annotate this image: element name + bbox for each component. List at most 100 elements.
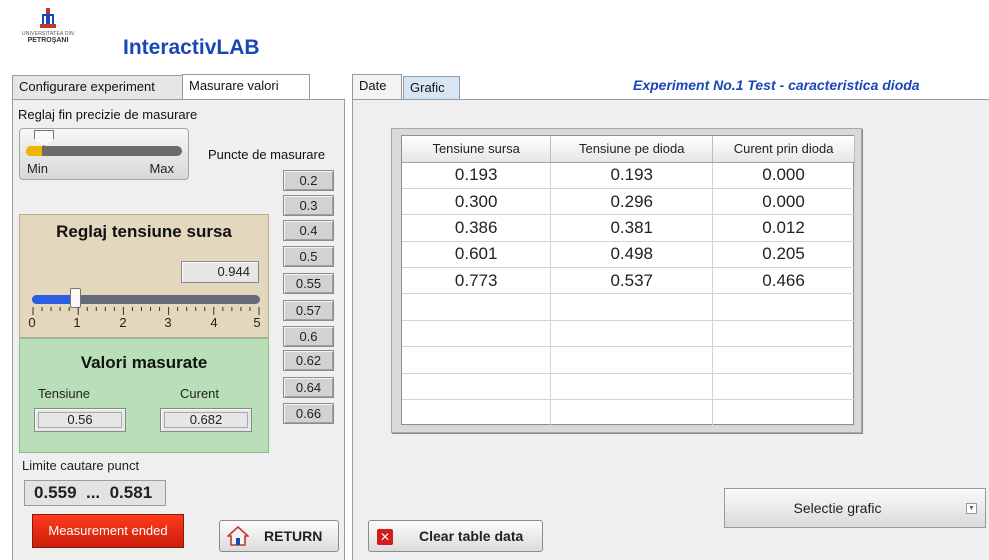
table-row[interactable]: 0.773 0.537 0.466 <box>402 267 855 295</box>
table-cell[interactable]: 0.381 <box>550 214 714 242</box>
tab-grafic[interactable]: Grafic <box>403 76 460 100</box>
table-row[interactable]: 0.601 0.498 0.205 <box>402 241 855 269</box>
table-cell[interactable] <box>550 373 714 401</box>
table-row[interactable] <box>402 320 855 348</box>
column-header-tensiune-sursa[interactable]: Tensiune sursa <box>402 136 552 163</box>
table-cell[interactable]: 0.466 <box>712 267 855 295</box>
fine-adjust-track[interactable] <box>26 146 182 156</box>
measured-values-box: Valori masurate Tensiune Curent 0.56 0.6… <box>19 338 269 453</box>
table-cell[interactable]: 0.000 <box>712 162 855 189</box>
voltage-slider-fill <box>32 295 76 304</box>
table-cell[interactable]: 0.296 <box>550 188 714 216</box>
fine-adjust-fill <box>26 146 42 156</box>
table-cell[interactable]: 0.012 <box>712 214 855 242</box>
voltage-adjust-value[interactable]: 0.944 <box>181 261 259 283</box>
table-cell[interactable]: 0.205 <box>712 241 855 269</box>
table-cell[interactable] <box>712 399 855 427</box>
table-row[interactable] <box>402 346 855 374</box>
table-cell[interactable]: 0.773 <box>402 267 552 295</box>
voltage-tick-label: 4 <box>210 315 218 330</box>
voltage-tick-label: 0 <box>28 315 36 330</box>
table-row[interactable] <box>402 373 855 401</box>
table-cell[interactable] <box>550 399 714 427</box>
voltage-tick-label: 3 <box>164 315 172 330</box>
clear-table-button[interactable]: ✕ Clear table data <box>368 520 543 552</box>
voltage-adjust-title: Reglaj tensiune sursa <box>56 222 232 241</box>
table-cell[interactable] <box>712 373 855 401</box>
fine-adjust-max-label: Max <box>149 161 174 176</box>
measure-point-item[interactable]: 0.5 <box>283 246 334 267</box>
table-cell[interactable] <box>402 320 552 348</box>
measure-points-label: Puncte de masurare <box>208 147 326 162</box>
measure-point-item[interactable]: 0.6 <box>283 326 334 347</box>
return-button-label: RETURN <box>264 528 323 544</box>
data-table-frame: Tensiune sursa Tensiune pe dioda Curent … <box>391 128 862 433</box>
measured-current-label: Curent <box>180 386 220 401</box>
voltage-adjust-box: Reglaj tensiune sursa 0.944 0 1 2 3 4 5 <box>19 214 269 338</box>
column-header-tensiune-dioda[interactable]: Tensiune pe dioda <box>550 136 714 163</box>
table-cell[interactable] <box>402 346 552 374</box>
voltage-tick-label: 2 <box>119 315 127 330</box>
data-table: Tensiune sursa Tensiune pe dioda Curent … <box>401 135 855 427</box>
building-icon <box>40 8 56 28</box>
app-title: InteractivLAB <box>123 36 260 59</box>
measure-point-item[interactable]: 0.2 <box>283 170 334 191</box>
column-header-curent-dioda[interactable]: Curent prin dioda <box>712 136 855 163</box>
measure-point-item[interactable]: 0.3 <box>283 195 334 216</box>
table-cell[interactable]: 0.193 <box>550 162 714 189</box>
table-row[interactable] <box>402 293 855 321</box>
search-limits-label: Limite cautare punct <box>22 458 140 473</box>
return-button[interactable]: RETURN <box>219 520 339 552</box>
voltage-slider-track[interactable] <box>32 295 260 304</box>
home-icon <box>227 526 249 546</box>
select-chart-label: Selectie grafic <box>793 500 882 516</box>
clear-table-button-label: Clear table data <box>419 528 524 544</box>
logo-city-text: PETROŞANI <box>27 37 69 44</box>
table-cell[interactable]: 0.300 <box>402 188 552 216</box>
table-row[interactable] <box>402 399 855 427</box>
table-cell[interactable]: 0.601 <box>402 241 552 269</box>
measured-values-title: Valori masurate <box>80 353 208 372</box>
fine-adjust-slider[interactable]: Min Max <box>19 128 189 180</box>
measure-point-item[interactable]: 0.4 <box>283 220 334 241</box>
tab-masurare-valori[interactable]: Masurare valori <box>182 74 310 99</box>
table-cell[interactable] <box>402 399 552 427</box>
search-limits-value: 0.559 ... 0.581 <box>24 480 166 506</box>
table-cell[interactable]: 0.498 <box>550 241 714 269</box>
table-row[interactable]: 0.193 0.193 0.000 <box>402 162 855 189</box>
table-row[interactable]: 0.386 0.381 0.012 <box>402 214 855 242</box>
table-cell[interactable] <box>402 373 552 401</box>
voltage-slider-thumb[interactable] <box>70 288 82 308</box>
table-cell[interactable] <box>712 320 855 348</box>
voltage-tick-label: 5 <box>253 315 261 330</box>
measure-point-item[interactable]: 0.66 <box>283 403 334 424</box>
measured-voltage-label: Tensiune <box>38 386 91 401</box>
table-cell[interactable] <box>712 346 855 374</box>
fine-adjust-label: Reglaj fin precizie de masurare <box>18 107 198 122</box>
table-cell[interactable]: 0.386 <box>402 214 552 242</box>
measure-point-item[interactable]: 0.57 <box>283 300 334 321</box>
measured-current-value: 0.682 <box>160 408 252 432</box>
table-header-row: Tensiune sursa Tensiune pe dioda Curent … <box>402 136 855 163</box>
table-cell[interactable]: 0.537 <box>550 267 714 295</box>
measurement-ended-indicator[interactable]: Measurement ended <box>32 514 184 548</box>
tab-configurare-experiment[interactable]: Configurare experiment <box>12 75 183 99</box>
table-row[interactable]: 0.300 0.296 0.000 <box>402 188 855 216</box>
fine-adjust-thumb[interactable] <box>34 130 54 146</box>
chevron-down-icon[interactable]: ▼ <box>966 503 977 514</box>
tab-date[interactable]: Date <box>352 74 402 99</box>
measure-point-item[interactable]: 0.55 <box>283 273 334 294</box>
measure-point-item[interactable]: 0.62 <box>283 350 334 371</box>
table-cell[interactable] <box>550 293 714 321</box>
select-chart-dropdown[interactable]: Selectie grafic ▼ <box>724 488 986 528</box>
table-cell[interactable]: 0.000 <box>712 188 855 216</box>
table-cell[interactable] <box>550 346 714 374</box>
voltage-tick-label: 1 <box>73 315 81 330</box>
table-cell[interactable] <box>550 320 714 348</box>
table-cell[interactable]: 0.193 <box>402 162 552 189</box>
table-cell[interactable] <box>402 293 552 321</box>
measure-point-item[interactable]: 0.64 <box>283 377 334 398</box>
table-cell[interactable] <box>712 293 855 321</box>
measured-voltage-value: 0.56 <box>34 408 126 432</box>
university-logo: UNIVERSITATEA DIN PETROŞANI <box>18 8 88 50</box>
